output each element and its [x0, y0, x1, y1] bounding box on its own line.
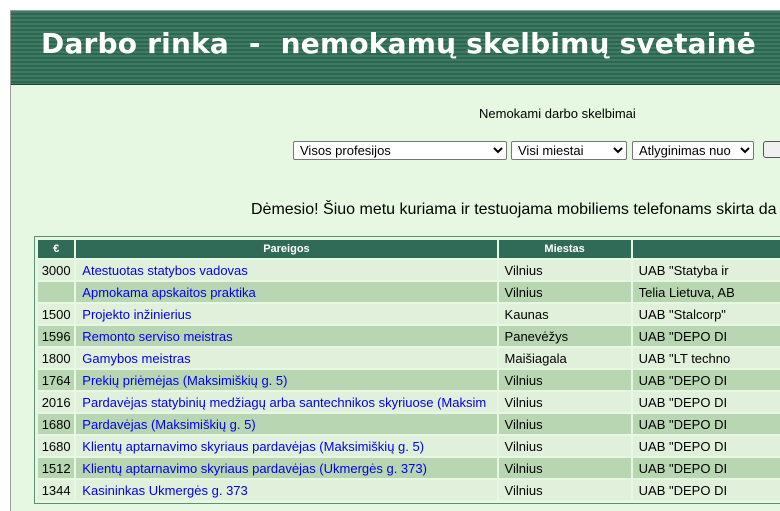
position-cell: Apmokama apskaitos praktika [76, 282, 497, 302]
jobs-table: € Pareigos Miestas 3000 Atestuotas statyb… [36, 238, 780, 502]
header-banner: Darbo rinka - nemokamų skelbimų svetainė [11, 11, 780, 85]
position-cell: Pardavėjas statybinių medžiagų arba sant… [76, 392, 497, 412]
position-cell: Atestuotas statybos vadovas [76, 260, 497, 280]
table-row: 1596 Remonto serviso meistras Panevėžys UAB… [38, 326, 780, 346]
salary-cell: 1596 [38, 326, 75, 346]
city-select[interactable]: Visi miestai [511, 141, 627, 160]
position-cell: Kasininkas Ukmergės g. 373 [76, 480, 497, 500]
salary-cell: 1764 [38, 370, 75, 390]
table-row: 1764 Prekių priėmėjas (Maksimiškių g. 5) V… [38, 370, 780, 390]
salary-cell: 1512 [38, 458, 75, 478]
table-row: 1344 Kasininkas Ukmergės g. 373 Vilnius UAB… [38, 480, 780, 500]
company-column-header [632, 240, 780, 258]
city-cell: Vilnius [498, 370, 631, 390]
salary-cell: 1800 [38, 348, 75, 368]
company-cell: UAB "DEPO DI [632, 326, 780, 346]
position-cell: Prekių priėmėjas (Maksimiškių g. 5) [76, 370, 497, 390]
job-link[interactable]: Atestuotas statybos vadovas [82, 263, 247, 278]
city-cell: Vilnius [498, 480, 631, 500]
salary-cell [38, 282, 75, 302]
jobs-table-container: € Pareigos Miestas 3000 Atestuotas statyb… [34, 236, 780, 504]
salary-cell: 1680 [38, 414, 75, 434]
city-cell: Vilnius [498, 436, 631, 456]
job-link[interactable]: Pardavėjas (Maksimiškių g. 5) [82, 417, 255, 432]
salary-cell: 2016 [38, 392, 75, 412]
city-cell: Vilnius [498, 414, 631, 434]
page-subtitle: Nemokami darbo skelbimai [479, 106, 636, 121]
profession-select[interactable]: Visos profesijos [293, 141, 507, 160]
salary-cell: 3000 [38, 260, 75, 280]
city-cell: Vilnius [498, 392, 631, 412]
company-cell: UAB "Stalcorp" [632, 304, 780, 324]
jobs-table-body: 3000 Atestuotas statybos vadovas Vilnius UA… [38, 260, 780, 500]
job-link[interactable]: Remonto serviso meistras [82, 329, 232, 344]
company-cell: UAB "DEPO DI [632, 458, 780, 478]
job-link[interactable]: Apmokama apskaitos praktika [82, 285, 255, 300]
site-title: Darbo rinka - nemokamų skelbimų svetainė [41, 27, 756, 60]
page-frame: Darbo rinka - nemokamų skelbimų svetainė… [10, 10, 780, 511]
company-cell: UAB "DEPO DI [632, 370, 780, 390]
table-row: Apmokama apskaitos praktika Vilnius Telia … [38, 282, 780, 302]
position-cell: Pardavėjas (Maksimiškių g. 5) [76, 414, 497, 434]
position-cell: Gamybos meistras [76, 348, 497, 368]
notice-text: Dėmesio! Šiuo metu kuriama ir testuojama… [251, 201, 777, 218]
city-cell: Vilnius [498, 260, 631, 280]
city-column-header: Miestas [498, 240, 631, 258]
company-cell: Telia Lietuva, AB [632, 282, 780, 302]
job-link[interactable]: Gamybos meistras [82, 351, 190, 366]
company-cell: UAB "DEPO DI [632, 414, 780, 434]
job-link[interactable]: Pardavėjas statybinių medžiagų arba sant… [82, 395, 486, 410]
search-button[interactable] [763, 141, 780, 158]
table-row: 1680 Pardavėjas (Maksimiškių g. 5) Vilnius… [38, 414, 780, 434]
company-cell: UAB "DEPO DI [632, 436, 780, 456]
table-row: 1800 Gamybos meistras Maišiagala UAB "LT te… [38, 348, 780, 368]
salary-cell: 1344 [38, 480, 75, 500]
position-cell: Klientų aptarnavimo skyriaus pardavėjas … [76, 436, 497, 456]
position-cell: Remonto serviso meistras [76, 326, 497, 346]
job-link[interactable]: Prekių priėmėjas (Maksimiškių g. 5) [82, 373, 287, 388]
salary-cell: 1680 [38, 436, 75, 456]
table-row: 1512 Klientų aptarnavimo skyriaus pardavė… [38, 458, 780, 478]
company-cell: UAB "Statyba ir [632, 260, 780, 280]
job-link[interactable]: Klientų aptarnavimo skyriaus pardavėjas … [82, 439, 424, 454]
position-cell: Projekto inžinierius [76, 304, 497, 324]
company-cell: UAB "DEPO DI [632, 392, 780, 412]
company-cell: UAB "LT techno [632, 348, 780, 368]
position-column-header: Pareigos [76, 240, 497, 258]
table-row: 1500 Projekto inžinierius Kaunas UAB "Stalc… [38, 304, 780, 324]
job-link[interactable]: Projekto inžinierius [82, 307, 191, 322]
salary-select[interactable]: Atlyginimas nuo [632, 141, 754, 160]
job-link[interactable]: Klientų aptarnavimo skyriaus pardavėjas … [82, 461, 427, 476]
city-cell: Vilnius [498, 282, 631, 302]
salary-cell: 1500 [38, 304, 75, 324]
city-cell: Kaunas [498, 304, 631, 324]
city-cell: Vilnius [498, 458, 631, 478]
position-cell: Klientų aptarnavimo skyriaus pardavėjas … [76, 458, 497, 478]
table-header-row: € Pareigos Miestas [38, 240, 780, 258]
city-cell: Maišiagala [498, 348, 631, 368]
table-row: 1680 Klientų aptarnavimo skyriaus pardavė… [38, 436, 780, 456]
city-cell: Panevėžys [498, 326, 631, 346]
company-cell: UAB "DEPO DI [632, 480, 780, 500]
table-row: 3000 Atestuotas statybos vadovas Vilnius UA… [38, 260, 780, 280]
salary-column-header: € [38, 240, 75, 258]
job-link[interactable]: Kasininkas Ukmergės g. 373 [82, 483, 247, 498]
table-row: 2016 Pardavėjas statybinių medžiagų arba … [38, 392, 780, 412]
